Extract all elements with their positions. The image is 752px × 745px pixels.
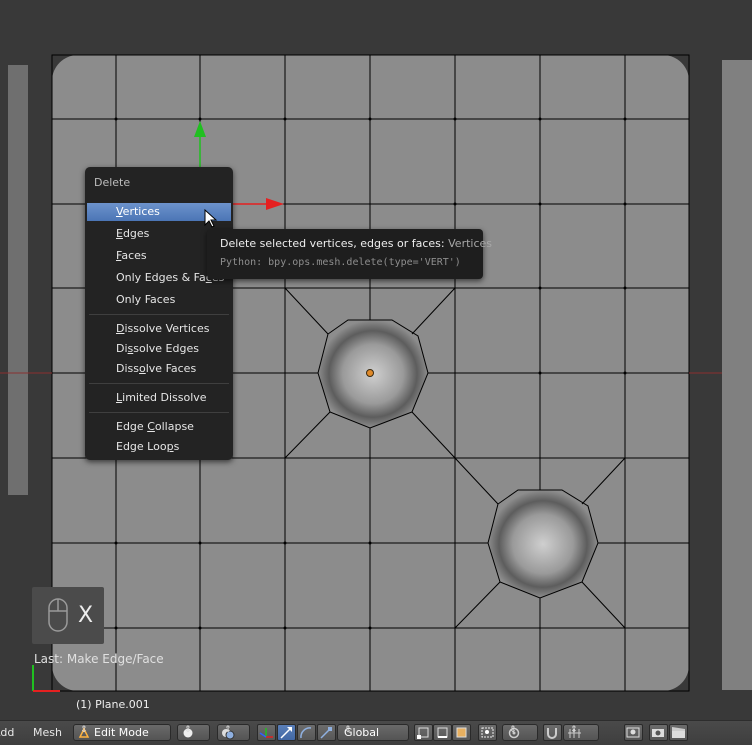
3d-view-header: Add Mesh Edit Mode ⇕ ⇕ ⇕ Global ⇕ ⇕ — [0, 720, 752, 745]
clapperboard-icon — [672, 727, 685, 738]
scale-manipulator-button[interactable] — [317, 724, 336, 741]
vertex-select-mode-button[interactable] — [414, 724, 433, 741]
edge-select-icon — [437, 727, 448, 738]
tooltip: Delete selected vertices, edges or faces… — [207, 229, 492, 279]
render-image-button[interactable] — [649, 724, 668, 741]
object-name-label: (1) Plane.001 — [76, 698, 150, 711]
render-animation-button[interactable] — [669, 724, 688, 741]
mode-selector[interactable]: Edit Mode ⇕ — [73, 724, 171, 741]
tooltip-python: Python: bpy.ops.mesh.delete(type='VERT') — [220, 257, 461, 268]
opengl-render-button[interactable] — [624, 724, 643, 741]
menu-separator — [89, 314, 229, 315]
tooltip-description: Delete selected vertices, edges or faces… — [220, 237, 445, 250]
occlude-geometry-button[interactable] — [478, 724, 497, 741]
updown-arrow-icon: ⇕ — [184, 725, 192, 735]
menu-title: Delete — [94, 176, 131, 189]
vertex-select-icon — [417, 727, 429, 739]
face-select-mode-button[interactable] — [452, 724, 471, 741]
translate-manipulator-button[interactable] — [277, 724, 296, 741]
occlude-icon — [481, 727, 494, 738]
rotate-icon — [300, 727, 312, 739]
tooltip-value: Vertices — [448, 237, 493, 250]
pressed-key: X — [78, 603, 94, 628]
3d-viewport[interactable]: Delete Vertices Edges Faces Only Edges &… — [0, 0, 752, 720]
scale-icon — [320, 727, 332, 739]
render-icon — [626, 727, 640, 738]
menu-item-dissolve-edges[interactable]: Dissolve Edges — [87, 340, 231, 358]
background-panel — [8, 65, 28, 495]
menu-item-edge-collapse[interactable]: Edge Collapse — [87, 418, 231, 436]
magnet-icon — [547, 728, 557, 739]
manipulator-toggle-button[interactable] — [257, 724, 276, 741]
snap-element-selector[interactable]: ⇕ — [563, 724, 599, 741]
face-select-icon — [456, 727, 467, 738]
edge-select-mode-button[interactable] — [433, 724, 452, 741]
orientation-selector[interactable]: Global ⇕ — [337, 724, 409, 741]
updown-arrow-icon: ⇕ — [80, 725, 88, 735]
menu-separator — [89, 383, 229, 384]
menu-item-edge-loops[interactable]: Edge Loops — [87, 438, 231, 456]
menu-separator — [89, 412, 229, 413]
camera-icon — [652, 729, 664, 737]
mesh-hole-1 — [284, 287, 456, 459]
keypress-overlay: X — [32, 587, 104, 644]
menu-item-dissolve-faces[interactable]: Dissolve Faces — [87, 360, 231, 378]
manipulator-icon — [259, 728, 273, 738]
menu-item-limited-dissolve[interactable]: Limited Dissolve — [87, 389, 231, 407]
rotate-manipulator-button[interactable] — [297, 724, 316, 741]
pivot-selector[interactable]: ⇕ — [217, 724, 250, 741]
updown-arrow-icon: ⇕ — [570, 725, 578, 735]
mouse-cursor-icon — [204, 209, 218, 228]
last-operator-label[interactable]: Last: Make Edge/Face — [34, 652, 164, 666]
updown-arrow-icon: ⇕ — [509, 725, 517, 735]
updown-arrow-icon: ⇕ — [224, 725, 232, 735]
add-menu[interactable]: Add — [0, 726, 14, 739]
background-panel — [722, 60, 752, 690]
mesh-hole-2 — [454, 457, 626, 629]
arrow-icon — [280, 727, 292, 739]
pivot-point — [366, 369, 374, 377]
viewport-shading-selector[interactable]: ⇕ — [177, 724, 210, 741]
updown-arrow-icon: ⇕ — [344, 725, 352, 735]
menu-item-only-faces[interactable]: Only Faces — [87, 291, 231, 309]
menu-item-dissolve-vertices[interactable]: Dissolve Vertices — [87, 320, 231, 338]
mouse-icon — [48, 598, 68, 632]
mesh-menu[interactable]: Mesh — [33, 726, 62, 739]
snap-toggle-button[interactable] — [543, 724, 562, 741]
proportional-editing-selector[interactable]: ⇕ — [502, 724, 538, 741]
